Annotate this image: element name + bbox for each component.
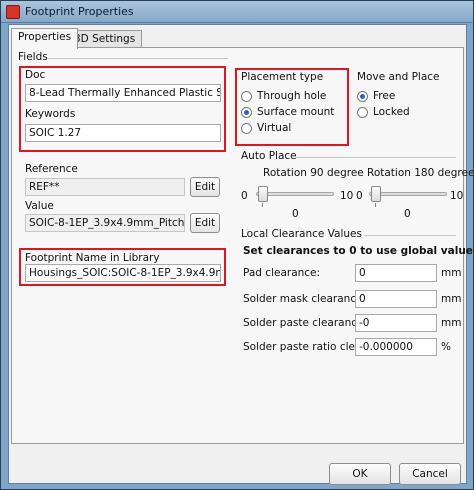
rotation90-tick [262,203,263,207]
radio-virtual[interactable] [241,123,252,134]
title-bar[interactable]: Footprint Properties [1,1,473,23]
reference-label: Reference [25,163,78,175]
rotation180-max: 10 [450,190,464,202]
footprint-name-input[interactable]: Housings_SOIC:SOIC-8-1EP_3.9x4.9mm_Pitch… [25,264,221,282]
footprint-properties-window: Footprint Properties Properties 3D Setti… [0,0,474,490]
clearance-hint: Set clearances to 0 to use global values [243,245,474,257]
solder-mask-clearance-unit: mm [441,293,462,305]
pad-clearance-label: Pad clearance: [243,267,321,279]
auto-place-separator [296,157,456,158]
rotation180-label: Rotation 180 degree [367,167,474,179]
solder-mask-clearance-label: Solder mask clearance: [243,293,367,305]
doc-input[interactable]: 8-Lead Thermally Enhanced Plastic Small … [25,84,221,102]
rotation90-value: 0 [292,208,299,220]
through-hole-label: Through hole [257,90,327,102]
virtual-label: Virtual [257,122,292,134]
tab-properties[interactable]: Properties [11,28,79,49]
reference-edit-button[interactable]: Edit [190,177,220,197]
keywords-label: Keywords [25,108,76,120]
radio-surface-mount[interactable] [241,107,252,118]
properties-panel: Fields Doc 8-Lead Thermally Enhanced Pla… [11,47,473,444]
rotation180-slider-handle[interactable] [371,186,381,202]
radio-locked[interactable] [357,107,368,118]
footprint-name-label: Footprint Name in Library [25,252,160,264]
solder-paste-clearance-input[interactable]: -0 [355,314,437,332]
fields-group-title: Fields [18,51,48,63]
reference-input[interactable]: REF** [25,178,185,196]
free-label: Free [373,90,396,102]
fields-separator [48,58,228,59]
surface-mount-label: Surface mount [257,106,335,118]
rotation90-label: Rotation 90 degree [263,167,364,179]
rotation90-slider-handle[interactable] [258,186,268,202]
rotation180-tick [375,203,376,207]
pad-clearance-input[interactable]: 0 [355,264,437,282]
locked-label: Locked [373,106,410,118]
solder-paste-clearance-label: Solder paste clearance: [243,317,368,329]
rotation90-max: 10 [340,190,354,202]
rotation180-min: 0 [356,190,363,202]
value-label: Value [25,200,54,212]
doc-label: Doc [25,69,46,81]
clearance-title: Local Clearance Values [241,228,362,240]
dialog-client: Properties 3D Settings Fields Doc 8-Lead… [8,24,473,485]
cancel-button[interactable]: Cancel [399,463,461,485]
app-icon [6,5,20,19]
clearance-separator [364,235,456,236]
solder-paste-ratio-unit: % [441,341,451,353]
window-title: Footprint Properties [25,5,134,18]
value-input[interactable]: SOIC-8-1EP_3.9x4.9mm_Pitch1.27mm [25,214,185,232]
tab-3d-settings[interactable]: 3D Settings [67,30,143,48]
pad-clearance-unit: mm [441,267,462,279]
solder-mask-clearance-input[interactable]: 0 [355,290,437,308]
auto-place-title: Auto Place [241,150,297,162]
rotation90-min: 0 [241,190,248,202]
radio-through-hole[interactable] [241,91,252,102]
keywords-input[interactable]: SOIC 1.27 [25,124,221,142]
value-edit-button[interactable]: Edit [190,213,220,233]
rotation180-value: 0 [404,208,411,220]
solder-paste-clearance-unit: mm [441,317,462,329]
ok-button[interactable]: OK [329,463,391,485]
placement-type-title: Placement type [241,71,324,83]
move-place-title: Move and Place [357,71,440,83]
solder-paste-ratio-input[interactable]: -0.000000 [355,338,437,356]
radio-free[interactable] [357,91,368,102]
